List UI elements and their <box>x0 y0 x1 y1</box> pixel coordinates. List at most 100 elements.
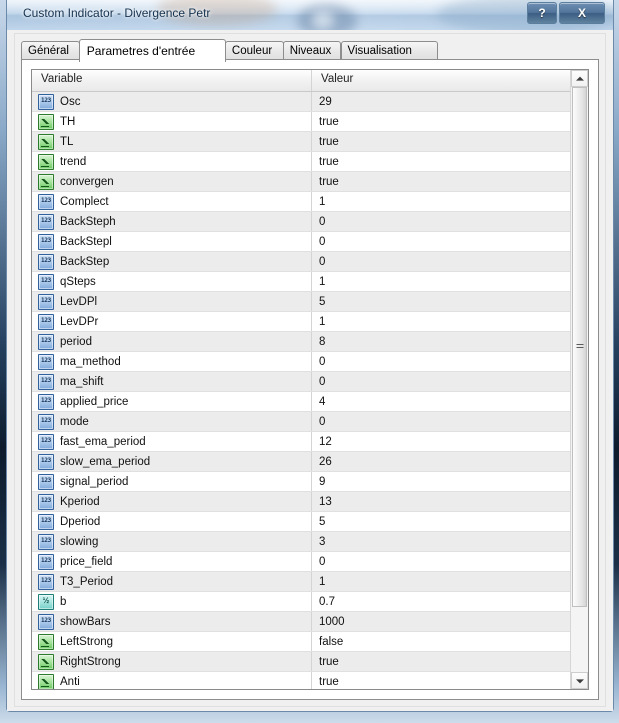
table-row[interactable]: LevDPl 5 <box>32 292 570 312</box>
cell-variable: BackStepl <box>32 232 312 251</box>
cell-variable: convergen <box>32 172 312 191</box>
table-row[interactable]: qSteps1 <box>32 272 570 292</box>
cell-value[interactable]: 3 <box>312 536 570 548</box>
table-row[interactable]: Antitrue <box>32 672 570 689</box>
cell-variable: slow_ema_period <box>32 452 312 471</box>
cell-value[interactable]: 29 <box>312 96 570 108</box>
column-header-value[interactable]: Valeur <box>312 70 570 91</box>
cell-value[interactable]: 5 <box>312 516 570 528</box>
table-row[interactable]: TLtrue <box>32 132 570 152</box>
table-row[interactable]: b0.7 <box>32 592 570 612</box>
cell-variable: T3_Period <box>32 572 312 591</box>
integer-type-icon <box>38 274 54 290</box>
cell-value[interactable]: 0 <box>312 216 570 228</box>
cell-variable: price_field <box>32 552 312 571</box>
tab-page-input-parameters: Variable Valeur Osc29THtrueTLtruetrendtr… <box>21 59 599 700</box>
tab-niveaux[interactable]: Niveaux <box>283 41 342 61</box>
table-row[interactable]: mode0 <box>32 412 570 432</box>
window-title-bar[interactable]: Custom Indicator - Divergence Petr ? X <box>7 0 613 31</box>
vertical-scrollbar[interactable] <box>570 70 588 689</box>
variable-name: trend <box>60 156 86 168</box>
cell-value[interactable]: 9 <box>312 476 570 488</box>
cell-value[interactable]: 5 <box>312 296 570 308</box>
variable-name: price_field <box>60 556 112 568</box>
help-button[interactable]: ? <box>527 2 557 24</box>
table-row[interactable]: convergen true <box>32 172 570 192</box>
cell-value[interactable]: true <box>312 656 570 668</box>
cell-value[interactable]: 13 <box>312 496 570 508</box>
cell-value[interactable]: true <box>312 676 570 688</box>
variable-name: showBars <box>60 616 111 628</box>
table-row[interactable]: Dperiod5 <box>32 512 570 532</box>
table-row[interactable]: THtrue <box>32 112 570 132</box>
variable-name: convergen <box>60 176 114 188</box>
cell-value[interactable]: false <box>312 636 570 648</box>
cell-value[interactable]: 0 <box>312 256 570 268</box>
integer-type-icon <box>38 454 54 470</box>
table-row[interactable]: ma_method0 <box>32 352 570 372</box>
cell-value[interactable]: true <box>312 136 570 148</box>
table-row[interactable]: LevDPr1 <box>32 312 570 332</box>
column-header-variable[interactable]: Variable <box>32 70 312 91</box>
cell-value[interactable]: 0 <box>312 556 570 568</box>
close-button[interactable]: X <box>559 2 605 24</box>
cell-value[interactable]: 0.7 <box>312 596 570 608</box>
table-row[interactable]: fast_ema_period12 <box>32 432 570 452</box>
integer-type-icon <box>38 334 54 350</box>
boolean-type-icon <box>38 154 54 170</box>
table-row[interactable]: slowing3 <box>32 532 570 552</box>
cell-variable: BackStep <box>32 252 312 271</box>
cell-value[interactable]: true <box>312 176 570 188</box>
cell-value[interactable]: 26 <box>312 456 570 468</box>
cell-value[interactable]: 8 <box>312 336 570 348</box>
table-row[interactable]: Kperiod13 <box>32 492 570 512</box>
scroll-up-button[interactable] <box>571 70 588 87</box>
integer-type-icon <box>38 194 54 210</box>
boolean-type-icon <box>38 174 54 190</box>
table-row[interactable]: LeftStrongfalse <box>32 632 570 652</box>
scrollbar-track[interactable] <box>571 87 588 672</box>
cell-value[interactable]: 0 <box>312 416 570 428</box>
cell-value[interactable]: 1000 <box>312 616 570 628</box>
table-row[interactable]: BackStep0 <box>32 252 570 272</box>
tab-parametres-d-entr-e[interactable]: Parametres d'entrée <box>79 39 226 62</box>
table-row[interactable]: BackSteph0 <box>32 212 570 232</box>
cell-value[interactable]: 12 <box>312 436 570 448</box>
table-row[interactable]: T3_Period1 <box>32 572 570 592</box>
cell-value[interactable]: 0 <box>312 356 570 368</box>
table-row[interactable]: price_field 0 <box>32 552 570 572</box>
scroll-down-button[interactable] <box>571 672 588 689</box>
scrollbar-thumb[interactable] <box>572 87 587 607</box>
cell-value[interactable]: true <box>312 116 570 128</box>
tab-couleur[interactable]: Couleur <box>225 41 284 61</box>
cell-value[interactable]: 1 <box>312 576 570 588</box>
table-row[interactable]: period8 <box>32 332 570 352</box>
tab-visualisation[interactable]: Visualisation <box>341 41 438 61</box>
grip-icon <box>576 344 583 350</box>
table-row[interactable]: applied_price4 <box>32 392 570 412</box>
cell-value[interactable]: 0 <box>312 236 570 248</box>
cell-value[interactable]: 1 <box>312 276 570 288</box>
cell-value[interactable]: 4 <box>312 396 570 408</box>
cell-value[interactable]: 1 <box>312 316 570 328</box>
parameters-grid-body: Variable Valeur Osc29THtrueTLtruetrendtr… <box>32 70 570 689</box>
integer-type-icon <box>38 574 54 590</box>
cell-value[interactable]: true <box>312 156 570 168</box>
table-row[interactable]: showBars 1000 <box>32 612 570 632</box>
cell-value[interactable]: 0 <box>312 376 570 388</box>
integer-type-icon <box>38 554 54 570</box>
variable-name: LevDPl <box>60 296 97 308</box>
table-row[interactable]: Complect1 <box>32 192 570 212</box>
table-row[interactable]: Osc29 <box>32 92 570 112</box>
integer-type-icon <box>38 254 54 270</box>
table-row[interactable]: ma_shift0 <box>32 372 570 392</box>
table-row[interactable]: trend true <box>32 152 570 172</box>
table-row[interactable]: BackStepl0 <box>32 232 570 252</box>
cell-value[interactable]: 1 <box>312 196 570 208</box>
table-row[interactable]: RightStrongtrue <box>32 652 570 672</box>
table-row[interactable]: slow_ema_period26 <box>32 452 570 472</box>
table-row[interactable]: signal_period9 <box>32 472 570 492</box>
tab-g-n-ral[interactable]: Général <box>21 41 80 61</box>
dialog-client-area: GénéralParametres d'entréeCouleurNiveaux… <box>7 30 613 711</box>
integer-type-icon <box>38 494 54 510</box>
